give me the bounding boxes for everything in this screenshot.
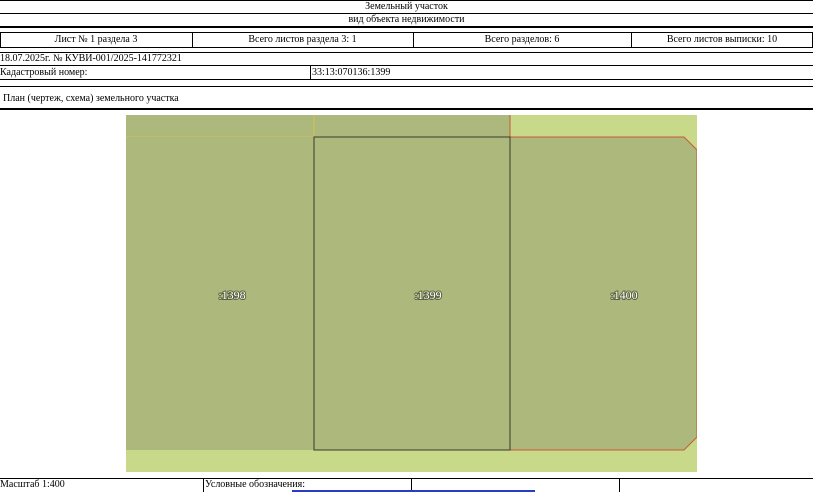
cell-border	[619, 478, 620, 492]
top-strip	[126, 115, 510, 137]
parcel-label: :1398	[218, 288, 245, 302]
parcel-label: :1400	[610, 288, 637, 302]
cadastral-number-label: Кадастровый номер:	[0, 67, 88, 78]
total-sections: Всего разделов: 6	[484, 34, 560, 45]
cell-border	[203, 478, 204, 492]
object-kind-subtitle: вид объекта недвижимости	[348, 14, 465, 25]
divider	[0, 478, 813, 479]
land-plot-plan: :1398 :1399 :1400	[126, 115, 697, 472]
legend-label: Условные обозначения:	[205, 479, 306, 490]
total-sheets-section: Всего листов раздела 3: 1	[248, 34, 357, 45]
plan-drawing: :1398 :1399 :1400	[126, 115, 697, 472]
parcel-1400[interactable]	[509, 136, 697, 451]
divider	[0, 32, 813, 33]
scale-label: Масштаб 1:400	[0, 479, 65, 490]
parcel-label: :1399	[414, 288, 441, 302]
sheet-number: Лист № 1 раздела 3	[54, 34, 138, 45]
divider	[0, 47, 813, 48]
divider	[0, 108, 813, 110]
divider	[0, 26, 813, 28]
cell-border	[310, 65, 311, 79]
divider	[0, 86, 813, 87]
object-type-title: Земельный участок	[365, 1, 448, 12]
divider	[0, 65, 813, 66]
total-sheets-extract: Всего листов выписки: 10	[666, 34, 778, 45]
cadastral-number-value: 33:13:070136:1399	[312, 67, 391, 78]
plan-title: План (чертеж, схема) земельного участка	[3, 93, 179, 104]
parcel-1399[interactable]	[313, 136, 511, 451]
divider	[0, 79, 813, 80]
document-reference: 18.07.2025г. № КУВИ-001/2025-141772321	[0, 53, 182, 64]
